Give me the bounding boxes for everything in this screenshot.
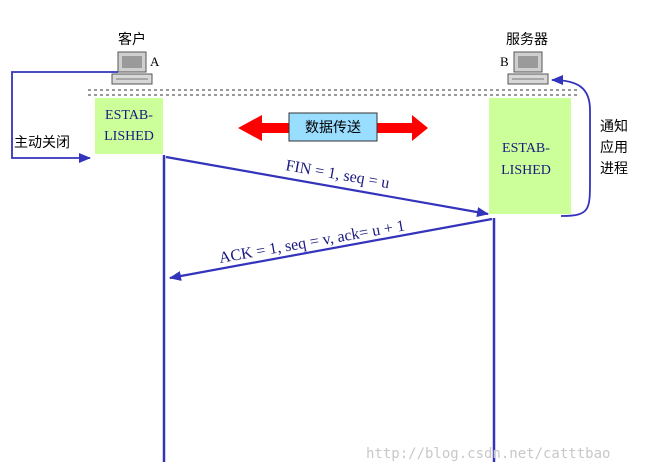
server-computer-icon	[507, 51, 549, 85]
notify-label-line1: 通知	[600, 118, 628, 135]
notify-label-line3: 进程	[600, 161, 628, 177]
ack-arrow	[169, 217, 493, 281]
client-title: 客户	[118, 31, 146, 48]
notify-label-line2: 应用	[600, 139, 628, 156]
client-state-box	[95, 98, 163, 154]
tcp-close-diagram: 客户 A 服务器 B ESTAB- LISHED ESTAB- LISHED 主…	[0, 0, 664, 462]
client-state-line2: LISHED	[104, 129, 154, 144]
server-state-box	[489, 98, 571, 214]
server-state-line1: ESTAB-	[502, 141, 550, 156]
ack-label: ACK = 1, seq = v, ack= u + 1	[218, 217, 406, 266]
watermark: http://blog.csdn.net/catttbao	[366, 446, 610, 462]
server-state-line2: LISHED	[501, 163, 551, 178]
diagram-svg: 客户 A 服务器 B ESTAB- LISHED ESTAB- LISHED 主…	[11, 31, 628, 462]
active-close-label: 主动关闭	[14, 135, 70, 151]
client-letter: A	[150, 54, 160, 69]
client-state-line1: ESTAB-	[105, 108, 153, 123]
server-title: 服务器	[506, 32, 548, 48]
server-letter: B	[500, 54, 509, 69]
client-computer-icon	[111, 51, 153, 85]
data-transfer-label: 数据传送	[305, 120, 361, 136]
